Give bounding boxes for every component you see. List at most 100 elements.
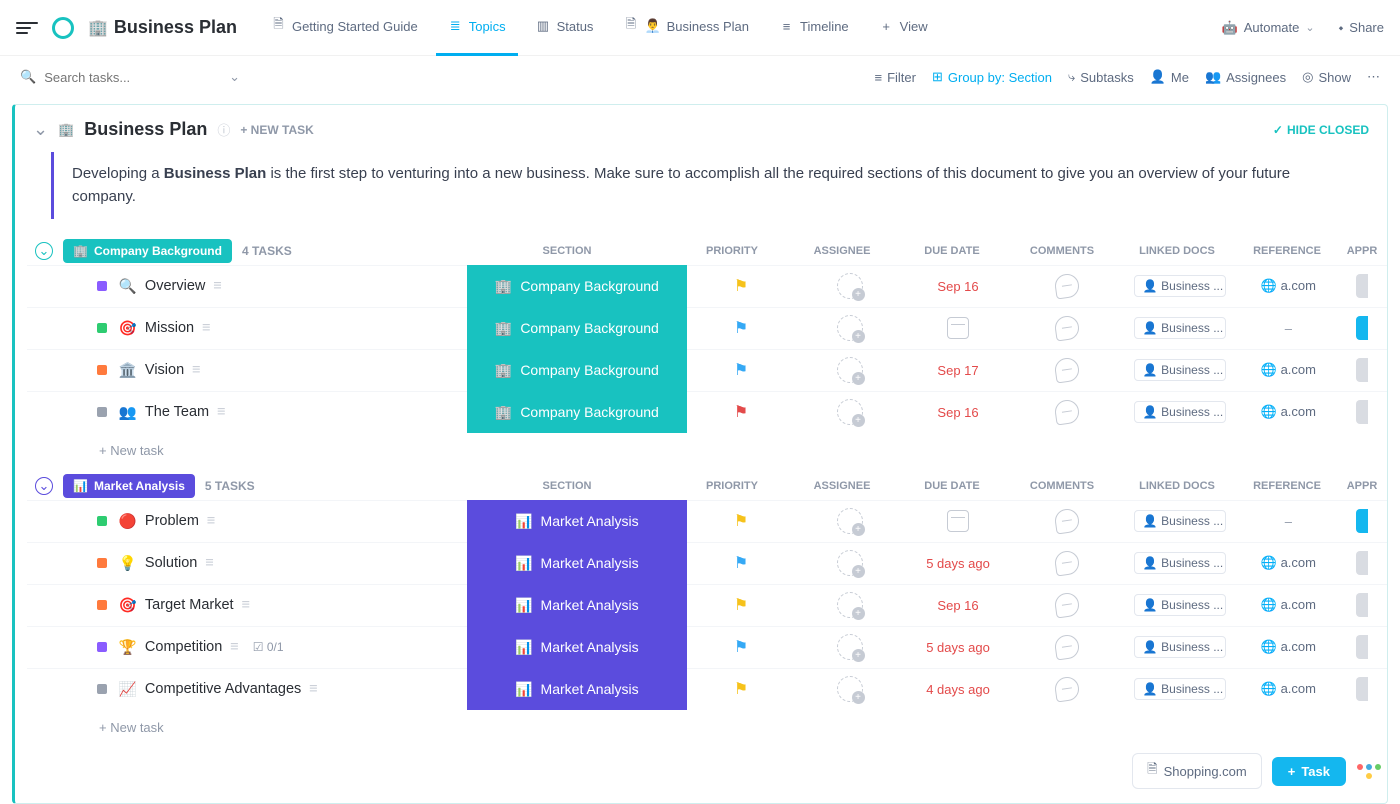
due-date-empty[interactable] — [947, 317, 969, 339]
apps-button[interactable] — [1356, 758, 1382, 784]
section-pill[interactable]: 📊 Market Analysis — [467, 626, 687, 668]
status-square[interactable] — [97, 684, 107, 694]
due-date[interactable]: 5 days ago — [926, 640, 990, 655]
approve-badge[interactable] — [1356, 635, 1368, 659]
section-pill[interactable]: 🏢 Company Background — [467, 349, 687, 391]
comment-icon[interactable] — [1053, 398, 1080, 425]
col-assignee[interactable]: ASSIGNEE — [787, 480, 897, 492]
status-square[interactable] — [97, 600, 107, 610]
task-options-icon[interactable]: ≡ — [217, 404, 225, 420]
tab-topics[interactable]: ≣ Topics — [436, 0, 518, 56]
reference-link[interactable]: 🌐 a.com — [1261, 597, 1316, 613]
col-approve[interactable]: APPR — [1337, 480, 1387, 492]
col-approve[interactable]: APPR — [1337, 245, 1387, 257]
new-task-row[interactable]: + New task — [27, 710, 1387, 739]
section-pill[interactable]: 📊 Market Analysis — [467, 584, 687, 626]
approve-badge[interactable] — [1356, 358, 1368, 382]
collapse-icon[interactable]: ⌄ — [33, 119, 48, 140]
comment-icon[interactable] — [1053, 272, 1080, 299]
reference-link[interactable]: 🌐 a.com — [1261, 362, 1316, 378]
col-comments[interactable]: COMMENTS — [1007, 480, 1117, 492]
priority-flag-icon[interactable]: ⚑ — [734, 402, 748, 422]
new-task-button[interactable]: + NEW TASK — [240, 123, 313, 137]
assignees-button[interactable]: 👥Assignees — [1205, 69, 1286, 85]
logo-icon[interactable] — [52, 17, 74, 39]
task-name-cell[interactable]: 📈 Competitive Advantages ≡ — [119, 681, 467, 698]
group-collapse-icon[interactable]: ⌄ — [35, 242, 53, 260]
task-row[interactable]: 🏆 Competition ≡ ☑ 0/1 📊 Market Analysis … — [27, 626, 1387, 668]
priority-flag-icon[interactable]: ⚑ — [734, 595, 748, 615]
task-row[interactable]: 👥 The Team ≡ 🏢 Company Background ⚑ Sep … — [27, 391, 1387, 433]
reference-link[interactable]: 🌐 a.com — [1261, 681, 1316, 697]
priority-flag-icon[interactable]: ⚑ — [734, 553, 748, 573]
col-due[interactable]: DUE DATE — [897, 245, 1007, 257]
status-square[interactable] — [97, 516, 107, 526]
assignee-add-icon[interactable] — [837, 550, 863, 576]
group-collapse-icon[interactable]: ⌄ — [35, 477, 53, 495]
me-button[interactable]: 👤Me — [1150, 69, 1189, 85]
info-icon[interactable]: ⓘ — [217, 120, 230, 139]
priority-flag-icon[interactable]: ⚑ — [734, 276, 748, 296]
task-name-cell[interactable]: 💡 Solution ≡ — [119, 555, 467, 572]
col-section[interactable]: SECTION — [457, 480, 677, 492]
col-reference[interactable]: REFERENCE — [1237, 245, 1337, 257]
approve-badge[interactable] — [1356, 274, 1368, 298]
task-name-cell[interactable]: 🎯 Target Market ≡ — [119, 597, 467, 614]
linked-doc-chip[interactable]: 👤 Business ... — [1134, 552, 1226, 574]
task-name-cell[interactable]: 🔍 Overview ≡ — [119, 278, 467, 295]
assignee-add-icon[interactable] — [837, 676, 863, 702]
comment-icon[interactable] — [1053, 356, 1080, 383]
menu-icon[interactable] — [16, 17, 38, 39]
group-pill[interactable]: 📊 Market Analysis — [63, 474, 195, 498]
new-task-row[interactable]: + New task — [27, 433, 1387, 462]
chevron-down-icon[interactable]: ⌄ — [229, 69, 240, 85]
tab-status[interactable]: ▥ Status — [524, 0, 606, 56]
priority-flag-icon[interactable]: ⚑ — [734, 637, 748, 657]
assignee-add-icon[interactable] — [837, 357, 863, 383]
task-name-cell[interactable]: 🏆 Competition ≡ ☑ 0/1 — [119, 639, 467, 656]
section-pill[interactable]: 🏢 Company Background — [467, 307, 687, 349]
status-square[interactable] — [97, 281, 107, 291]
col-linked[interactable]: LINKED DOCS — [1117, 245, 1237, 257]
task-row[interactable]: 🔍 Overview ≡ 🏢 Company Background ⚑ Sep … — [27, 265, 1387, 307]
col-due[interactable]: DUE DATE — [897, 480, 1007, 492]
linked-doc-chip[interactable]: 👤 Business ... — [1134, 359, 1226, 381]
reference-link[interactable]: 🌐 a.com — [1261, 555, 1316, 571]
task-options-icon[interactable]: ≡ — [207, 513, 215, 529]
linked-doc-chip[interactable]: 👤 Business ... — [1134, 275, 1226, 297]
reference-link[interactable]: 🌐 a.com — [1261, 278, 1316, 294]
task-name-cell[interactable]: 👥 The Team ≡ — [119, 404, 467, 421]
col-assignee[interactable]: ASSIGNEE — [787, 245, 897, 257]
approve-badge[interactable] — [1356, 509, 1368, 533]
automate-button[interactable]: 🤖 Automate ⌄ — [1222, 20, 1315, 36]
task-options-icon[interactable]: ≡ — [205, 555, 213, 571]
priority-flag-icon[interactable]: ⚑ — [734, 360, 748, 380]
task-options-icon[interactable]: ≡ — [230, 639, 238, 655]
priority-flag-icon[interactable]: ⚑ — [734, 679, 748, 699]
task-options-icon[interactable]: ≡ — [213, 278, 221, 294]
search-input[interactable] — [44, 70, 221, 85]
priority-flag-icon[interactable]: ⚑ — [734, 318, 748, 338]
linked-doc-chip[interactable]: 👤 Business ... — [1134, 636, 1226, 658]
board-title[interactable]: Business Plan — [84, 119, 207, 140]
comment-icon[interactable] — [1053, 633, 1080, 660]
col-reference[interactable]: REFERENCE — [1237, 480, 1337, 492]
status-square[interactable] — [97, 407, 107, 417]
subtask-count[interactable]: ☑ 0/1 — [253, 640, 284, 654]
status-square[interactable] — [97, 365, 107, 375]
assignee-add-icon[interactable] — [837, 592, 863, 618]
hide-closed-button[interactable]: ✓ HIDE CLOSED — [1273, 123, 1369, 137]
task-name-cell[interactable]: 🏛️ Vision ≡ — [119, 362, 467, 379]
section-pill[interactable]: 🏢 Company Background — [467, 265, 687, 307]
assignee-add-icon[interactable] — [837, 634, 863, 660]
linked-doc-chip[interactable]: 👤 Business ... — [1134, 401, 1226, 423]
due-date[interactable]: 4 days ago — [926, 682, 990, 697]
task-row[interactable]: 🔴 Problem ≡ 📊 Market Analysis ⚑ 👤 Busine… — [27, 500, 1387, 542]
section-pill[interactable]: 📊 Market Analysis — [467, 500, 687, 542]
assignee-add-icon[interactable] — [837, 315, 863, 341]
linked-doc-chip[interactable]: 👤 Business ... — [1134, 678, 1226, 700]
due-date-empty[interactable] — [947, 510, 969, 532]
due-date[interactable]: Sep 16 — [937, 598, 978, 613]
task-options-icon[interactable]: ≡ — [309, 681, 317, 697]
filter-button[interactable]: ≡Filter — [874, 70, 915, 85]
